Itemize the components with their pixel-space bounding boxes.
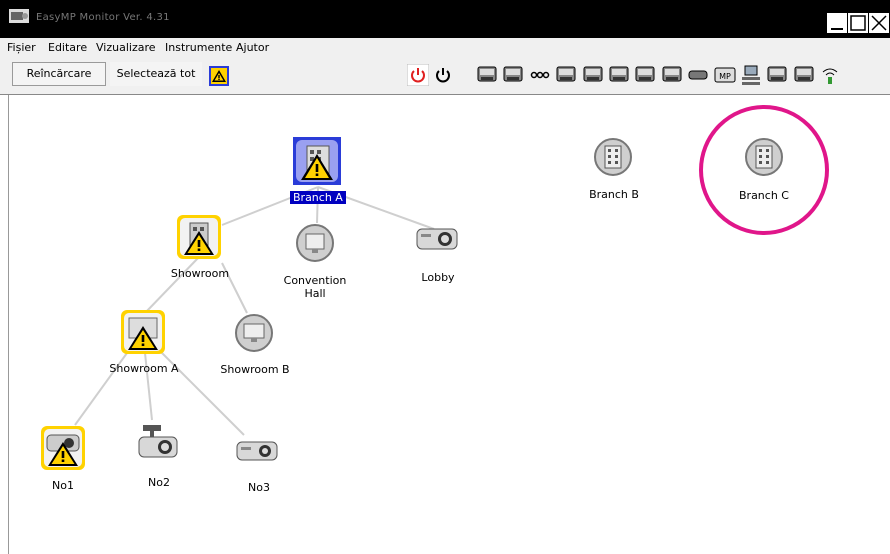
reload-button[interactable]: Reîncărcare xyxy=(12,62,106,86)
building-warning-icon[interactable] xyxy=(293,137,341,185)
highlight-circle xyxy=(699,105,829,235)
menu-file[interactable]: Fișier xyxy=(7,41,36,54)
menu-tools[interactable]: Instrumente xyxy=(165,41,232,54)
close-icon xyxy=(871,15,887,31)
building-warning-icon[interactable] xyxy=(177,215,221,259)
node-label-branch-a[interactable]: Branch A xyxy=(290,191,346,204)
maximize-button[interactable] xyxy=(847,12,869,34)
warning-filter-icon[interactable] xyxy=(208,65,230,87)
node-label-lobby[interactable]: Lobby xyxy=(414,271,462,284)
source-computer1-icon[interactable] xyxy=(476,64,498,86)
tree-view[interactable]: Branch A Showroom Convention Hall Lobby … xyxy=(8,95,890,554)
maximize-icon xyxy=(850,15,866,31)
minimize-button[interactable] xyxy=(826,12,848,34)
edge-showroom-showroom-a xyxy=(144,256,200,314)
source-rgb-video-icon[interactable] xyxy=(608,64,630,86)
node-label-showroom-b[interactable]: Showroom B xyxy=(215,363,295,376)
app-icon xyxy=(9,9,29,23)
window-title: EasyMP Monitor Ver. 4.31 xyxy=(36,12,170,23)
monitor-icon[interactable] xyxy=(234,313,274,353)
title-bar: EasyMP Monitor Ver. 4.31 xyxy=(0,0,890,38)
input-1-icon[interactable] xyxy=(766,64,788,86)
minimize-icon xyxy=(831,28,843,30)
power-off-icon[interactable] xyxy=(432,64,454,86)
select-all-button[interactable]: Selectează tot xyxy=(110,62,202,86)
source-usb-icon[interactable] xyxy=(687,64,709,86)
input-2-icon[interactable] xyxy=(793,64,815,86)
svg-text:MP: MP xyxy=(719,72,731,81)
node-label-convention-hall[interactable]: Convention Hall xyxy=(279,274,351,300)
ceiling-projector-icon[interactable] xyxy=(135,423,181,463)
node-label-showroom-a[interactable]: Showroom A xyxy=(105,362,183,375)
source-s-video-icon[interactable] xyxy=(555,64,577,86)
projector-warning-icon[interactable] xyxy=(41,426,85,470)
source-dvi-icon[interactable] xyxy=(634,64,656,86)
node-label-no3[interactable]: No3 xyxy=(235,481,283,494)
menu-bar: Fișier Editare Vizualizare Instrumente A… xyxy=(0,38,890,56)
projector-icon[interactable] xyxy=(235,438,281,466)
source-network-icon[interactable] xyxy=(740,64,762,86)
wireless-icon[interactable] xyxy=(819,64,841,86)
source-mp-icon[interactable]: MP xyxy=(714,64,736,86)
menu-help[interactable]: Ajutor xyxy=(236,41,269,54)
monitor-icon[interactable] xyxy=(295,223,335,263)
node-label-no1[interactable]: No1 xyxy=(39,479,87,492)
source-component-icon[interactable] xyxy=(582,64,604,86)
menu-view[interactable]: Vizualizare xyxy=(96,41,156,54)
close-button[interactable] xyxy=(868,12,890,34)
node-label-branch-b[interactable]: Branch B xyxy=(579,188,649,201)
node-label-showroom[interactable]: Showroom xyxy=(165,267,235,280)
source-hdmi-icon[interactable] xyxy=(661,64,683,86)
menu-edit[interactable]: Editare xyxy=(48,41,87,54)
source-video-icon[interactable] xyxy=(529,64,551,86)
projector-icon[interactable] xyxy=(415,223,461,255)
source-computer2-icon[interactable] xyxy=(502,64,524,86)
node-label-no2[interactable]: No2 xyxy=(135,476,183,489)
power-on-icon[interactable] xyxy=(407,64,429,86)
monitor-warning-icon[interactable] xyxy=(121,310,165,354)
building-icon[interactable] xyxy=(593,137,633,177)
